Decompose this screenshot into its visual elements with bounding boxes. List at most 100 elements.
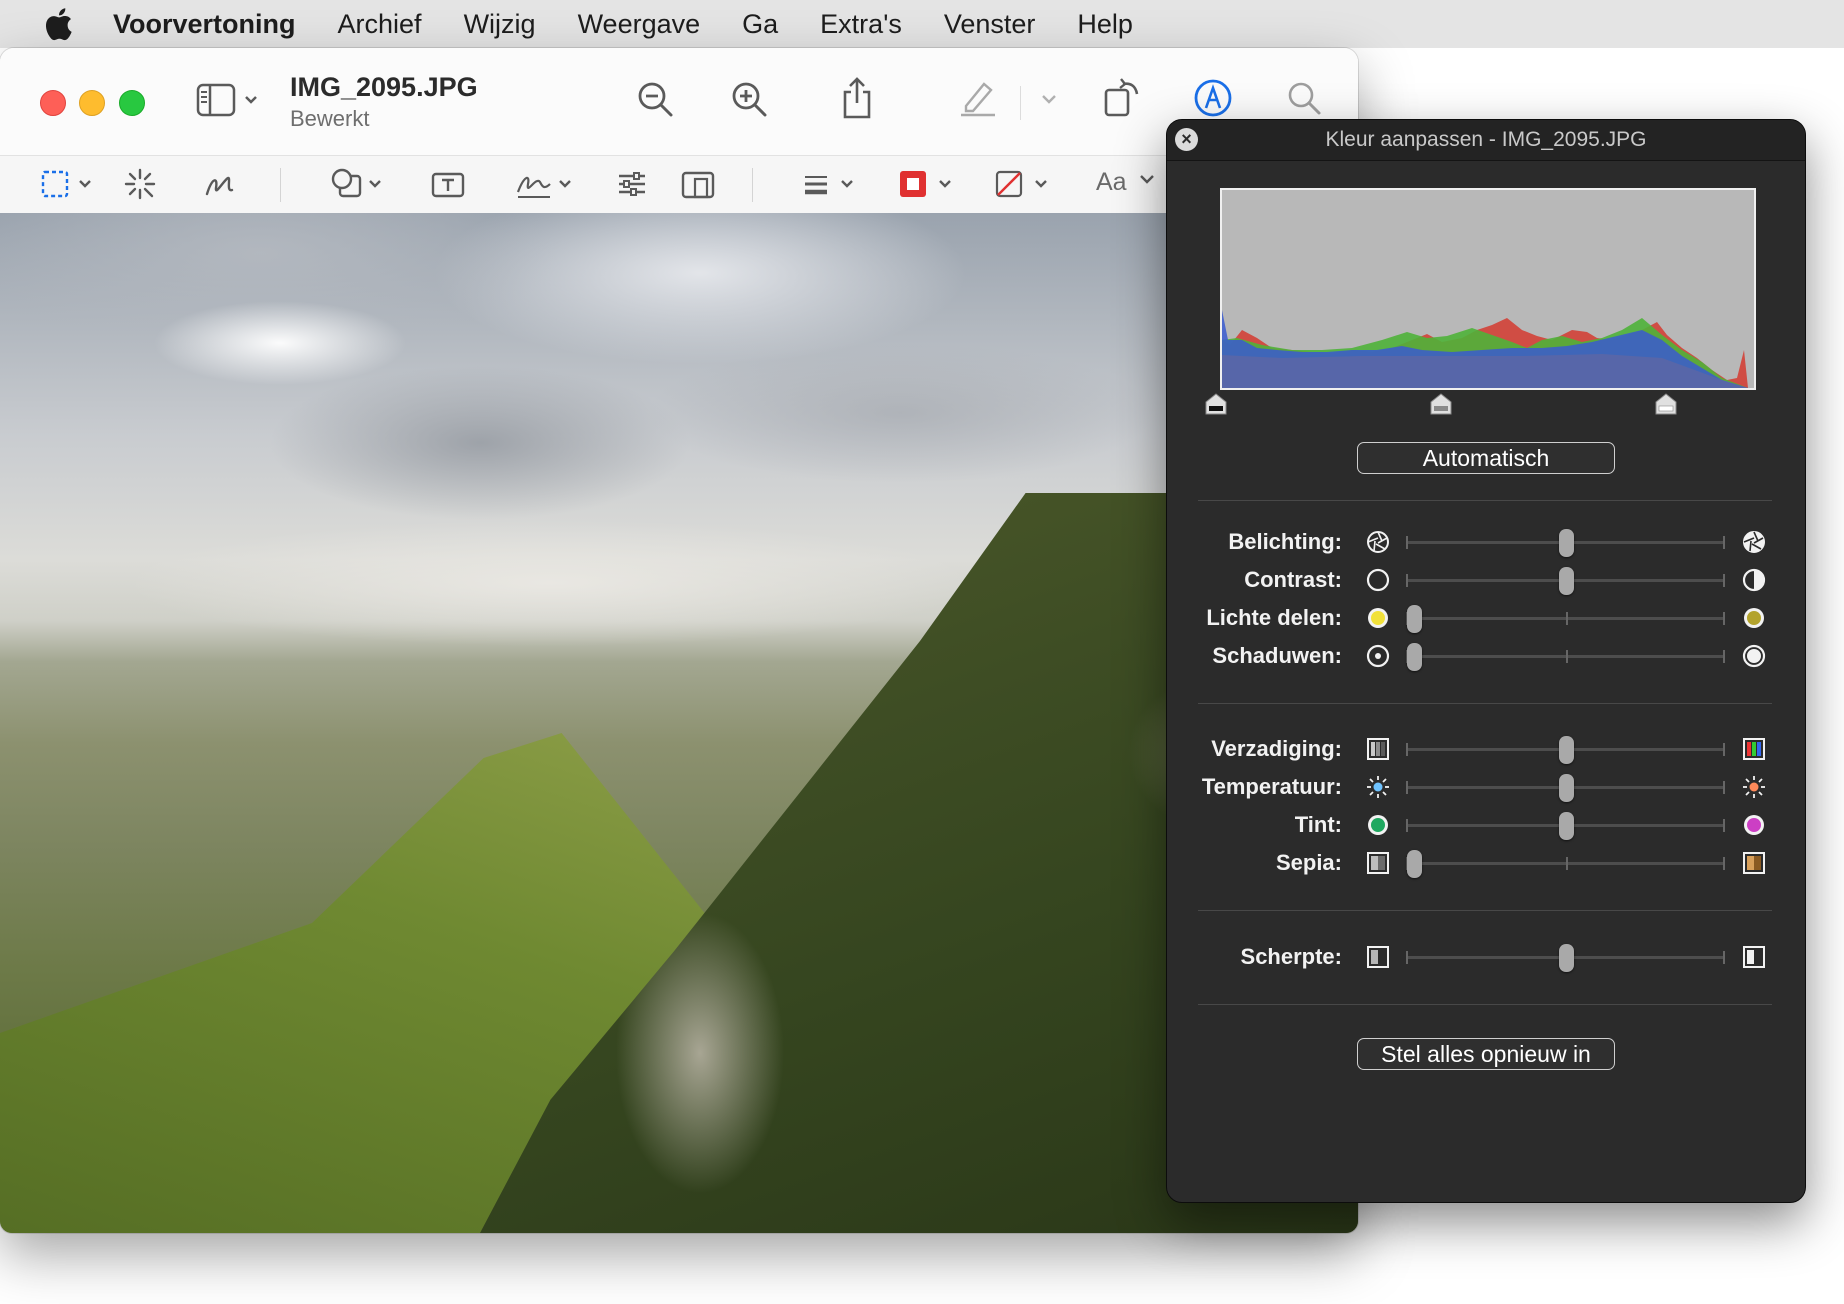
sidebar-icon[interactable] xyxy=(196,82,262,118)
sharpness-row: Scherpte: xyxy=(1167,942,1805,972)
shadows-slider-knob[interactable] xyxy=(1406,643,1422,671)
close-window-button[interactable] xyxy=(40,90,66,116)
panel-close-button[interactable]: × xyxy=(1175,128,1198,151)
highlight-pen-icon[interactable] xyxy=(958,78,998,118)
sepia-slider[interactable] xyxy=(1406,850,1725,878)
panel-title: Kleur aanpassen - IMG_2095.JPG xyxy=(1325,128,1647,151)
menu-wijzig[interactable]: Wijzig xyxy=(464,9,536,40)
saturation-label: Verzadiging: xyxy=(1211,736,1342,761)
shadows-label: Schaduwen: xyxy=(1212,643,1342,668)
menu-weergave[interactable]: Weergave xyxy=(578,9,701,40)
sepia-label: Sepia: xyxy=(1275,850,1342,875)
aperture-small-icon xyxy=(1367,531,1389,553)
sketch-icon[interactable] xyxy=(202,166,240,202)
zoom-window-button[interactable] xyxy=(119,90,145,116)
sharpness-label: Scherpte: xyxy=(1240,944,1342,969)
zoom-in-icon[interactable] xyxy=(730,80,768,118)
panel-divider xyxy=(1198,703,1772,704)
contrast-row: Contrast: xyxy=(1167,565,1805,595)
fill-color-icon[interactable] xyxy=(994,166,1052,202)
signature-icon[interactable] xyxy=(514,166,576,202)
text-box-icon[interactable] xyxy=(430,166,466,202)
highlight-menu-chevron-icon[interactable] xyxy=(1040,92,1058,106)
sepia-row: Sepia: xyxy=(1167,848,1805,878)
reset-all-button[interactable]: Stel alles opnieuw in xyxy=(1357,1038,1615,1070)
circle-dot-icon xyxy=(1366,644,1390,668)
sun-warm-icon xyxy=(1743,776,1765,798)
menu-help[interactable]: Help xyxy=(1077,9,1133,40)
share-icon[interactable] xyxy=(840,76,874,120)
menu-archief[interactable]: Archief xyxy=(338,9,422,40)
menu-app[interactable]: Voorvertoning xyxy=(113,9,296,40)
panel-divider xyxy=(1198,1004,1772,1005)
sepia-brown-icon xyxy=(1743,852,1765,874)
highlights-row: Lichte delen: xyxy=(1167,603,1805,633)
menu-ga[interactable]: Ga xyxy=(742,9,778,40)
zoom-out-icon[interactable] xyxy=(636,80,674,118)
highlights-slider[interactable] xyxy=(1406,605,1725,633)
menu-venster[interactable]: Venster xyxy=(944,9,1036,40)
adjust-color-icon[interactable] xyxy=(616,166,648,202)
markup-divider xyxy=(752,168,753,202)
circle-empty-icon xyxy=(1366,568,1390,592)
contrast-slider[interactable] xyxy=(1406,567,1725,595)
contrast-label: Contrast: xyxy=(1244,567,1342,592)
temperature-slider[interactable] xyxy=(1406,774,1725,802)
circle-magenta-icon xyxy=(1744,815,1764,835)
temperature-slider-knob[interactable] xyxy=(1558,774,1574,802)
temperature-label: Temperatuur: xyxy=(1201,774,1342,799)
adjust-size-icon[interactable] xyxy=(680,166,716,202)
sharpness-slider-knob[interactable] xyxy=(1558,944,1574,972)
rect-select-icon[interactable] xyxy=(40,166,96,202)
markup-toolbar: Aa xyxy=(0,155,1358,214)
rotate-icon[interactable] xyxy=(1103,76,1141,118)
shadows-slider[interactable] xyxy=(1406,643,1725,671)
document-image[interactable] xyxy=(0,213,1358,1233)
tint-label: Tint: xyxy=(1294,812,1342,837)
saturation-gray-icon xyxy=(1367,738,1389,760)
document-status: Bewerkt xyxy=(290,106,370,131)
saturation-slider[interactable] xyxy=(1406,736,1725,764)
apple-icon[interactable] xyxy=(43,7,73,41)
line-style-icon[interactable] xyxy=(802,166,858,202)
menu-extras[interactable]: Extra's xyxy=(820,9,902,40)
auto-levels-button[interactable]: Automatisch xyxy=(1357,442,1615,474)
sepia-gray-icon xyxy=(1367,852,1389,874)
sharpness-sharp-icon xyxy=(1743,946,1765,968)
border-color-icon[interactable] xyxy=(898,166,956,202)
shapes-icon[interactable] xyxy=(328,166,388,202)
title-bar: IMG_2095.JPG Bewerkt xyxy=(0,48,1358,155)
adjust-color-panel: × Kleur aanpassen - IMG_2095.JPG Automat… xyxy=(1166,119,1806,1203)
shadows-row: Schaduwen: xyxy=(1167,641,1805,671)
circle-half-icon xyxy=(1742,568,1766,592)
menu-bar: Voorvertoning Archief Wijzig Weergave Ga… xyxy=(0,0,1844,48)
white-point-slider[interactable] xyxy=(1654,392,1678,416)
exposure-label: Belichting: xyxy=(1228,529,1342,554)
aperture-large-icon xyxy=(1743,531,1765,553)
saturation-slider-knob[interactable] xyxy=(1558,736,1574,764)
circle-yellow-icon xyxy=(1368,608,1388,628)
contrast-slider-knob[interactable] xyxy=(1558,567,1574,595)
font-style-button[interactable]: Aa xyxy=(1096,168,1127,197)
sun-cool-icon xyxy=(1367,776,1389,798)
sharpness-slider[interactable] xyxy=(1406,944,1725,972)
exposure-slider[interactable] xyxy=(1406,529,1725,557)
tint-slider[interactable] xyxy=(1406,812,1725,840)
panel-header: × Kleur aanpassen - IMG_2095.JPG xyxy=(1167,120,1805,161)
saturation-row: Verzadiging: xyxy=(1167,734,1805,764)
circle-olive-icon xyxy=(1744,608,1764,628)
search-icon[interactable] xyxy=(1286,80,1322,116)
midtone-slider[interactable] xyxy=(1429,392,1453,416)
highlights-slider-knob[interactable] xyxy=(1406,605,1422,633)
minimize-window-button[interactable] xyxy=(79,90,105,116)
exposure-slider-knob[interactable] xyxy=(1558,529,1574,557)
sepia-slider-knob[interactable] xyxy=(1406,850,1422,878)
markup-icon[interactable] xyxy=(1193,78,1233,118)
instant-alpha-icon[interactable] xyxy=(122,166,158,202)
font-style-chevron-icon[interactable] xyxy=(1138,172,1156,186)
panel-divider xyxy=(1198,910,1772,911)
markup-divider xyxy=(280,168,281,202)
toolbar-divider xyxy=(1020,86,1021,120)
tint-slider-knob[interactable] xyxy=(1558,812,1574,840)
black-point-slider[interactable] xyxy=(1204,392,1228,416)
